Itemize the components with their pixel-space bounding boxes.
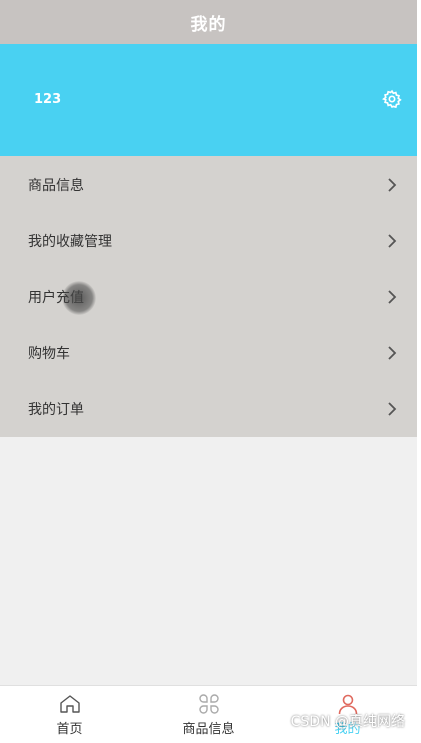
gear-icon[interactable] (382, 89, 402, 109)
chevron-right-icon (388, 402, 397, 416)
username-label: 123 (34, 92, 62, 107)
menu-item-recharge[interactable]: 用户充值 (0, 269, 417, 325)
menu-item-orders[interactable]: 我的订单 (0, 381, 417, 437)
page-title: 我的 (190, 14, 227, 35)
menu-list: 商品信息 我的收藏管理 用户充值 购物车 我的订单 (0, 156, 417, 437)
menu-item-label: 购物车 (28, 346, 70, 362)
user-icon (338, 694, 357, 715)
nav-item-products[interactable]: 商品信息 (139, 686, 278, 743)
nav-label: 我的 (334, 722, 361, 737)
nav-item-mine[interactable]: 我的 (278, 686, 417, 743)
nav-label: 首页 (56, 722, 83, 737)
menu-item-label: 我的收藏管理 (28, 234, 112, 250)
menu-item-cart[interactable]: 购物车 (0, 325, 417, 381)
home-icon (59, 695, 80, 713)
menu-item-label: 商品信息 (28, 178, 84, 194)
grid-icon (198, 694, 219, 714)
nav-label: 商品信息 (182, 722, 235, 737)
menu-item-product-info[interactable]: 商品信息 (0, 157, 417, 213)
menu-item-label: 用户充值 (28, 290, 84, 306)
nav-item-home[interactable]: 首页 (0, 686, 139, 743)
chevron-right-icon (388, 290, 397, 304)
app-screen: 我的 123 商品信息 我的收藏管理 用户充值 购物车 我的订单 首页 商品信息… (0, 0, 417, 743)
chevron-right-icon (388, 234, 397, 248)
menu-item-favorites[interactable]: 我的收藏管理 (0, 213, 417, 269)
profile-banner: 123 (0, 44, 417, 156)
bottom-nav: 首页 商品信息 我的 (0, 685, 417, 743)
header-bar: 我的 (0, 0, 417, 44)
chevron-right-icon (388, 178, 397, 192)
chevron-right-icon (388, 346, 397, 360)
menu-item-label: 我的订单 (28, 402, 84, 418)
